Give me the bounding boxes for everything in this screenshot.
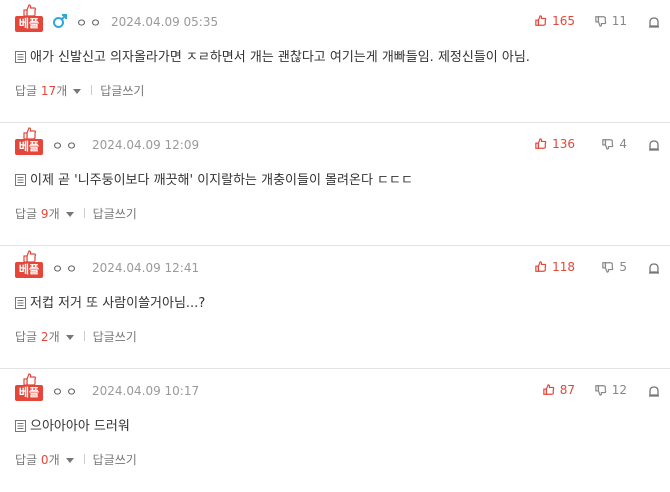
reply-count: 2 bbox=[40, 330, 49, 344]
male-icon bbox=[53, 14, 67, 28]
comment-actions: 답글 9개 답글쓰기 bbox=[15, 205, 137, 222]
dislike-button[interactable]: 4 bbox=[602, 137, 627, 151]
best-badge-label: 베플 bbox=[15, 262, 43, 278]
author-nickname[interactable]: ㅇㅇ bbox=[52, 383, 80, 400]
thumbs-down-icon bbox=[602, 262, 614, 273]
document-icon bbox=[15, 51, 26, 63]
comment-actions: 답글 17개 답글쓰기 bbox=[15, 82, 144, 99]
reply-toggle[interactable]: 답글 0개 bbox=[15, 453, 74, 467]
report-icon[interactable] bbox=[648, 16, 660, 28]
thumbs-down-icon bbox=[594, 16, 607, 27]
reply-toggle[interactable]: 답글 2개 bbox=[15, 330, 74, 344]
write-reply-button[interactable]: 답글쓰기 bbox=[93, 453, 137, 467]
author-nickname[interactable]: ㅇㅇ bbox=[52, 260, 80, 277]
write-reply-button[interactable]: 답글쓰기 bbox=[100, 84, 144, 98]
best-badge: 베플 bbox=[15, 4, 45, 32]
thumbs-up-icon bbox=[535, 15, 547, 26]
divider bbox=[83, 208, 85, 218]
document-icon bbox=[15, 297, 26, 309]
best-badge-label: 베플 bbox=[15, 139, 43, 155]
dislike-count: 11 bbox=[611, 14, 627, 28]
dislike-count: 5 bbox=[619, 260, 627, 274]
comment-body: 이제 곧 '니주둥이보다 깨끗해' 이지랄하는 개충이들이 몰려온다 ㄷㄷㄷ bbox=[15, 169, 413, 188]
comment-body: 애가 신발신고 의자올라가면 ㅈㄹ하면서 개는 괜찮다고 여기는게 개빠들임. … bbox=[15, 46, 530, 65]
best-badge-label: 베플 bbox=[15, 385, 43, 401]
like-count: 165 bbox=[552, 14, 575, 28]
dislike-button[interactable]: 11 bbox=[594, 14, 627, 28]
chevron-down-icon bbox=[65, 212, 74, 217]
reply-count: 17 bbox=[40, 84, 57, 98]
comment-text: 애가 신발신고 의자올라가면 ㅈㄹ하면서 개는 괜찮다고 여기는게 개빠들임. … bbox=[30, 50, 530, 65]
thumbs-up-icon bbox=[535, 261, 547, 272]
thumbs-up-icon bbox=[542, 384, 555, 395]
thumbs-up-icon bbox=[535, 138, 547, 149]
comment-item: 베플 ㅇㅇ 2024.04.09 05:35 165 11 애가 신발신고 의자… bbox=[0, 0, 670, 123]
comment-item: 베플 ㅇㅇ 2024.04.09 12:09 136 4 이제 곧 '니주둥이보… bbox=[0, 123, 670, 246]
reply-toggle[interactable]: 답글 17개 bbox=[15, 84, 82, 98]
comment-date: 2024.04.09 05:35 bbox=[111, 15, 219, 29]
comment-text: 이제 곧 '니주둥이보다 깨끗해' 이지랄하는 개충이들이 몰려온다 ㄷㄷㄷ bbox=[30, 173, 413, 188]
comment-actions: 답글 2개 답글쓰기 bbox=[15, 328, 137, 345]
thumbs-down-icon bbox=[594, 385, 607, 396]
like-button[interactable]: 87 bbox=[542, 383, 575, 397]
best-badge: 베플 bbox=[15, 373, 45, 401]
author-nickname[interactable]: ㅇㅇ bbox=[52, 137, 80, 154]
best-badge-label: 베플 bbox=[15, 16, 43, 32]
report-icon[interactable] bbox=[648, 139, 660, 151]
document-icon bbox=[15, 174, 26, 186]
comment-date: 2024.04.09 12:09 bbox=[92, 138, 200, 152]
comment-item: 베플 ㅇㅇ 2024.04.09 12:41 118 5 저컵 저거 또 사람이… bbox=[0, 246, 670, 369]
chevron-down-icon bbox=[65, 458, 74, 463]
like-count: 118 bbox=[552, 260, 575, 274]
divider bbox=[91, 85, 93, 95]
like-button[interactable]: 165 bbox=[535, 14, 575, 28]
document-icon bbox=[15, 420, 26, 432]
like-count: 87 bbox=[559, 383, 575, 397]
comment-body: 저컵 저거 또 사람이쓸거아님...? bbox=[15, 292, 205, 311]
report-icon[interactable] bbox=[648, 262, 660, 274]
dislike-count: 4 bbox=[619, 137, 627, 151]
like-button[interactable]: 136 bbox=[535, 137, 575, 151]
comment-date: 2024.04.09 10:17 bbox=[92, 384, 200, 398]
reply-count: 0 bbox=[40, 453, 49, 467]
comment-text: 으아아아아 드러워 bbox=[30, 419, 130, 434]
thumbs-down-icon bbox=[602, 139, 614, 150]
comment-body: 으아아아아 드러워 bbox=[15, 415, 130, 434]
best-badge: 베플 bbox=[15, 250, 45, 278]
like-button[interactable]: 118 bbox=[535, 260, 575, 274]
divider bbox=[83, 454, 85, 464]
report-icon[interactable] bbox=[648, 385, 660, 397]
dislike-button[interactable]: 12 bbox=[594, 383, 627, 397]
dislike-button[interactable]: 5 bbox=[602, 260, 627, 274]
best-badge: 베플 bbox=[15, 127, 45, 155]
comment-date: 2024.04.09 12:41 bbox=[92, 261, 200, 275]
comment-text: 저컵 저거 또 사람이쓸거아님...? bbox=[30, 296, 206, 311]
chevron-down-icon bbox=[73, 89, 82, 94]
dislike-count: 12 bbox=[611, 383, 627, 397]
author-nickname[interactable]: ㅇㅇ bbox=[76, 14, 104, 31]
reply-toggle[interactable]: 답글 9개 bbox=[15, 207, 74, 221]
divider bbox=[83, 331, 85, 341]
chevron-down-icon bbox=[65, 335, 74, 340]
like-count: 136 bbox=[552, 137, 575, 151]
write-reply-button[interactable]: 답글쓰기 bbox=[93, 330, 137, 344]
comment-actions: 답글 0개 답글쓰기 bbox=[15, 451, 137, 468]
write-reply-button[interactable]: 답글쓰기 bbox=[93, 207, 137, 221]
reply-count: 9 bbox=[40, 207, 49, 221]
comment-list: 베플 ㅇㅇ 2024.04.09 05:35 165 11 애가 신발신고 의자… bbox=[0, 0, 670, 492]
